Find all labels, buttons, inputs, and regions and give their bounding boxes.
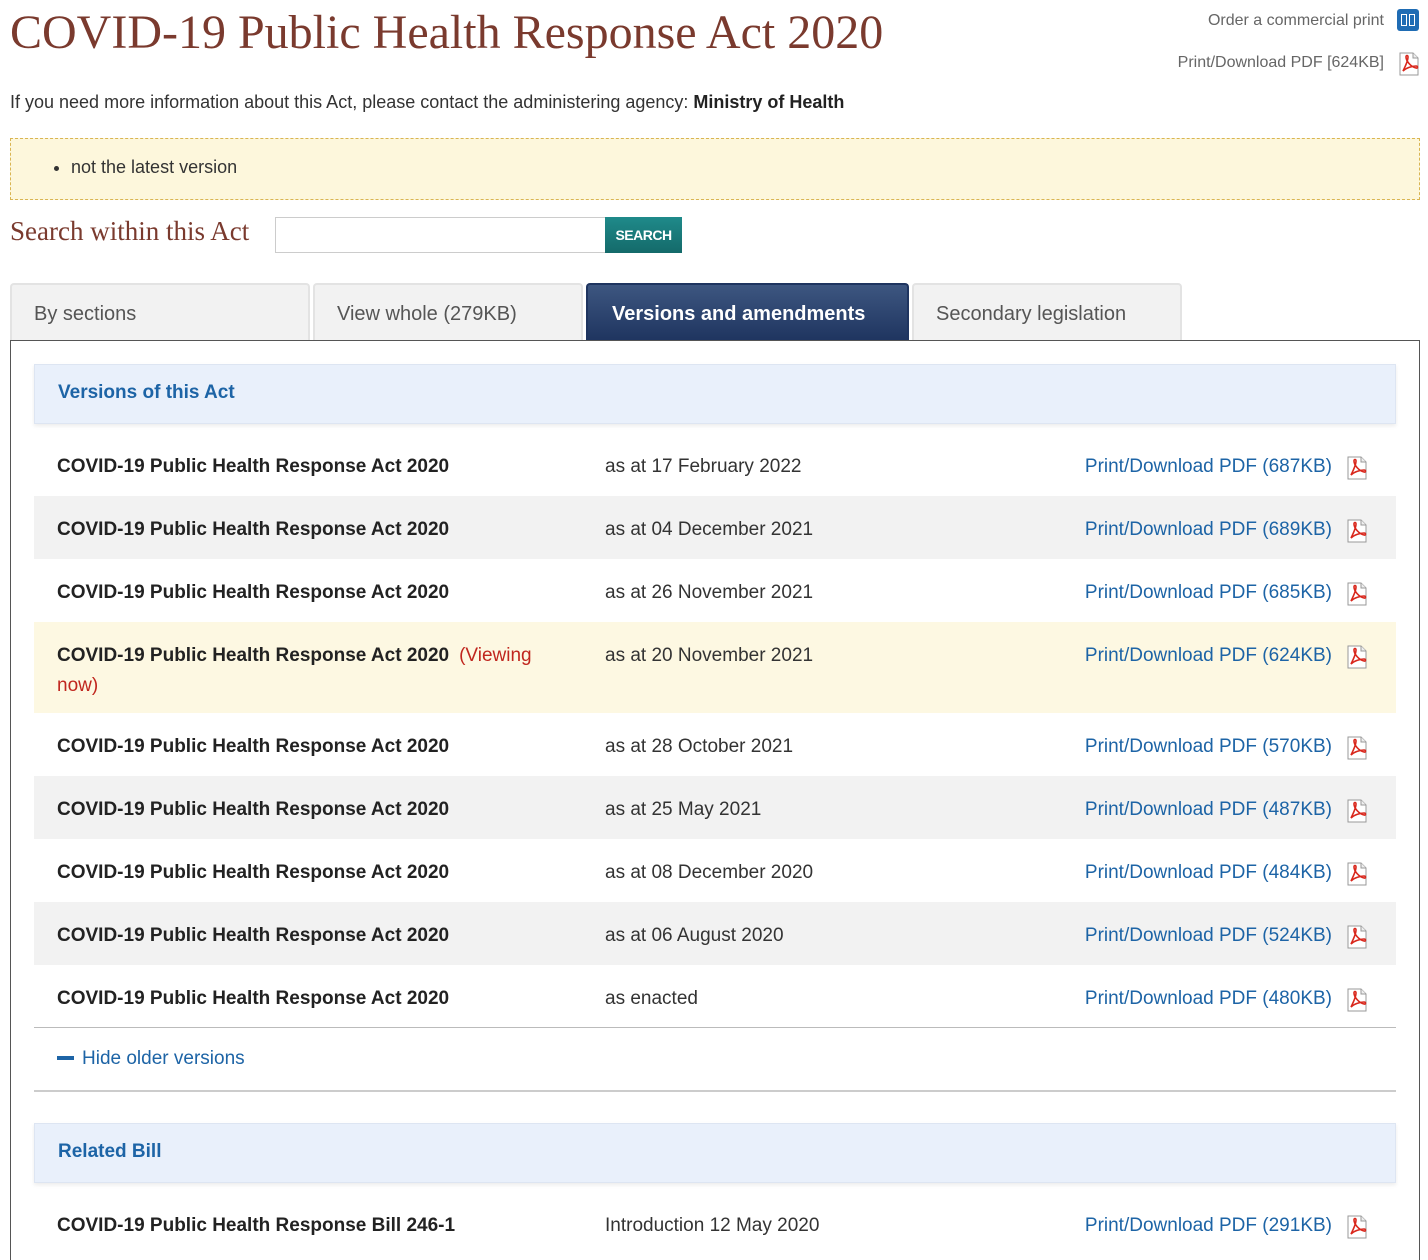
version-name: COVID-19 Public Health Response Act 2020 (57, 862, 450, 883)
pdf-icon[interactable] (1344, 987, 1370, 1018)
tab-view-whole[interactable]: View whole (279KB) (313, 283, 583, 340)
version-name: COVID-19 Public Health Response Act 2020 (57, 988, 450, 1009)
version-date: as at 17 February 2022 (605, 456, 802, 477)
versions-heading: Versions of this Act (34, 364, 1396, 424)
search-input[interactable] (275, 217, 605, 253)
agency-info: If you need more information about this … (10, 92, 844, 113)
version-pdf-link[interactable]: Print/Download PDF (484KB) (1085, 858, 1332, 888)
version-date: as at 20 November 2021 (605, 645, 814, 666)
bill-date: Introduction 12 May 2020 (605, 1215, 820, 1236)
version-row: COVID-19 Public Health Response Act 2020… (34, 965, 1396, 1027)
version-row: COVID-19 Public Health Response Act 2020… (34, 433, 1396, 496)
hide-older-label: Hide older versions (82, 1048, 245, 1069)
version-date: as enacted (605, 988, 698, 1009)
version-row: COVID-19 Public Health Response Act 2020… (34, 776, 1396, 839)
version-name: COVID-19 Public Health Response Act 2020 (57, 519, 450, 540)
hide-older-versions-link[interactable]: Hide older versions (57, 1048, 245, 1070)
tab-secondary-legislation[interactable]: Secondary legislation (912, 283, 1182, 340)
version-date: as at 26 November 2021 (605, 582, 814, 603)
pdf-icon[interactable] (1344, 518, 1370, 549)
bill-pdf-link[interactable]: Print/Download PDF (291KB) (1085, 1211, 1332, 1241)
bill-row: COVID-19 Public Health Response Bill 246… (34, 1192, 1396, 1255)
version-pdf-link[interactable]: Print/Download PDF (685KB) (1085, 578, 1332, 608)
version-name: COVID-19 Public Health Response Act 2020… (57, 641, 557, 701)
bill-name: COVID-19 Public Health Response Bill 246… (57, 1215, 456, 1236)
agency-name: Ministry of Health (693, 92, 845, 112)
pdf-icon[interactable] (1344, 924, 1370, 955)
tab-versions-and-amendments[interactable]: Versions and amendments (586, 283, 909, 340)
version-row: COVID-19 Public Health Response Act 2020… (34, 713, 1396, 776)
notice-item: not the latest version (71, 155, 1419, 179)
version-name: COVID-19 Public Health Response Act 2020 (57, 582, 450, 603)
version-row: COVID-19 Public Health Response Act 2020… (34, 559, 1396, 622)
pdf-icon[interactable] (1344, 861, 1370, 892)
version-row: COVID-19 Public Health Response Act 2020… (34, 496, 1396, 559)
version-pdf-link[interactable]: Print/Download PDF (570KB) (1085, 732, 1332, 762)
pdf-icon[interactable] (1344, 735, 1370, 766)
pdf-icon[interactable] (1344, 798, 1370, 829)
version-pdf-link[interactable]: Print/Download PDF (524KB) (1085, 921, 1332, 951)
search-label: Search within this Act (10, 216, 250, 246)
divider (34, 1090, 1396, 1092)
book-icon[interactable] (1397, 9, 1419, 31)
version-name: COVID-19 Public Health Response Act 2020 (57, 736, 450, 757)
tab-by-sections[interactable]: By sections (10, 283, 310, 340)
versions-panel: Versions of this Act COVID-19 Public Hea… (10, 340, 1420, 1260)
pdf-icon[interactable] (1344, 1214, 1370, 1245)
page-title: COVID-19 Public Health Response Act 2020 (10, 6, 884, 59)
version-name: COVID-19 Public Health Response Act 2020 (57, 925, 450, 946)
version-pdf-link[interactable]: Print/Download PDF (624KB) (1085, 641, 1332, 671)
search-button[interactable]: SEARCH (605, 217, 682, 253)
order-commercial-print-link[interactable]: Order a commercial print (1208, 12, 1384, 30)
version-pdf-link[interactable]: Print/Download PDF (480KB) (1085, 984, 1332, 1014)
version-name: COVID-19 Public Health Response Act 2020 (57, 799, 450, 820)
minus-icon (57, 1055, 74, 1060)
pdf-icon[interactable] (1396, 51, 1422, 82)
version-notice: not the latest version (10, 138, 1420, 200)
pdf-icon[interactable] (1344, 644, 1370, 675)
pdf-icon[interactable] (1344, 455, 1370, 486)
agency-prefix: If you need more information about this … (10, 92, 694, 112)
pdf-icon[interactable] (1344, 581, 1370, 612)
version-name-text: COVID-19 Public Health Response Act 2020 (57, 645, 450, 666)
version-row-current: COVID-19 Public Health Response Act 2020… (34, 622, 1396, 713)
version-date: as at 04 December 2021 (605, 519, 814, 540)
version-pdf-link[interactable]: Print/Download PDF (689KB) (1085, 515, 1332, 545)
divider (34, 1027, 1396, 1028)
version-row: COVID-19 Public Health Response Act 2020… (34, 839, 1396, 902)
version-pdf-link[interactable]: Print/Download PDF (687KB) (1085, 452, 1332, 482)
version-pdf-link[interactable]: Print/Download PDF (487KB) (1085, 795, 1332, 825)
version-date: as at 06 August 2020 (605, 925, 784, 946)
version-name: COVID-19 Public Health Response Act 2020 (57, 456, 450, 477)
related-bill-heading: Related Bill (34, 1123, 1396, 1183)
print-download-pdf-link-top[interactable]: Print/Download PDF [624KB] (1178, 54, 1384, 72)
version-date: as at 28 October 2021 (605, 736, 794, 757)
version-date: as at 08 December 2020 (605, 862, 814, 883)
version-row: COVID-19 Public Health Response Act 2020… (34, 902, 1396, 965)
version-date: as at 25 May 2021 (605, 799, 762, 820)
